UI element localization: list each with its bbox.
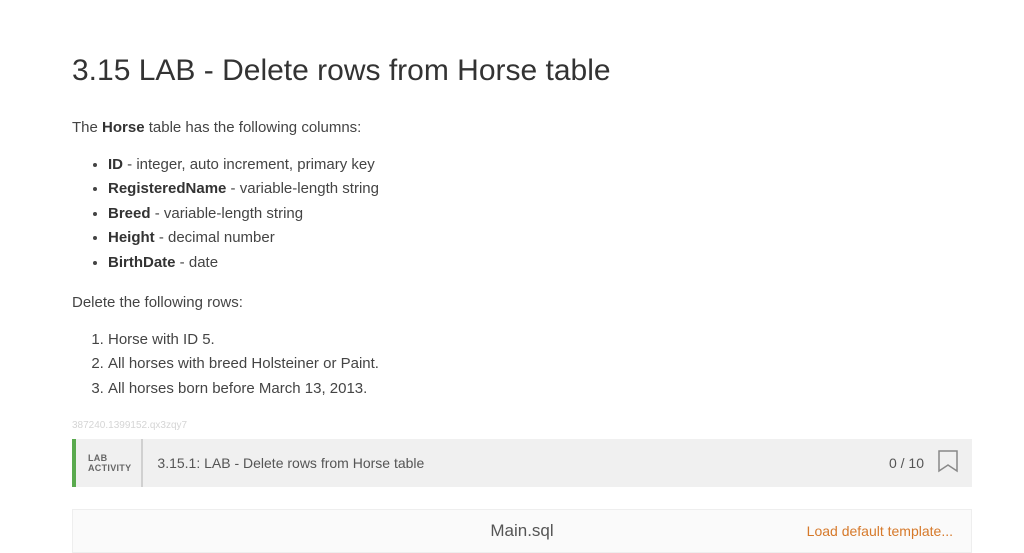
intro-pre: The	[72, 119, 102, 136]
intro-post: table has the following columns:	[145, 119, 362, 136]
lab-activity-label: LAB ACTIVITY	[76, 439, 143, 487]
lab-activity-title: 3.15.1: LAB - Delete rows from Horse tab…	[143, 439, 879, 487]
list-item: Breed - variable-length string	[108, 203, 972, 226]
col-desc: - integer, auto increment, primary key	[123, 156, 375, 173]
lab-label-line2: ACTIVITY	[88, 463, 131, 473]
page-title: 3.15 LAB - Delete rows from Horse table	[72, 48, 972, 93]
col-desc: - date	[176, 254, 219, 271]
lab-label-line1: LAB	[88, 453, 131, 463]
columns-list: ID - integer, auto increment, primary ke…	[90, 154, 972, 275]
bookmark-icon[interactable]	[934, 439, 972, 487]
lab-activity-bar: LAB ACTIVITY 3.15.1: LAB - Delete rows f…	[72, 439, 972, 487]
col-name: Breed	[108, 205, 151, 222]
load-default-template-link[interactable]: Load default template...	[807, 521, 953, 542]
task-intro: Delete the following rows:	[72, 292, 972, 315]
watermark: 387240.1399152.qx3zqy7	[72, 418, 972, 433]
list-item: Horse with ID 5.	[108, 329, 972, 352]
col-name: Height	[108, 229, 155, 246]
col-desc: - variable-length string	[151, 205, 304, 222]
list-item: RegisteredName - variable-length string	[108, 178, 972, 201]
col-name: RegisteredName	[108, 180, 226, 197]
col-desc: - decimal number	[155, 229, 275, 246]
file-bar: Main.sql Load default template...	[72, 509, 972, 553]
intro-table-name: Horse	[102, 119, 145, 136]
list-item: All horses born before March 13, 2013.	[108, 378, 972, 401]
tasks-list: Horse with ID 5. All horses with breed H…	[90, 329, 972, 401]
list-item: All horses with breed Holsteiner or Pain…	[108, 353, 972, 376]
col-desc: - variable-length string	[226, 180, 379, 197]
col-name: BirthDate	[108, 254, 176, 271]
list-item: Height - decimal number	[108, 227, 972, 250]
list-item: BirthDate - date	[108, 252, 972, 275]
intro-paragraph: The Horse table has the following column…	[72, 117, 972, 140]
col-name: ID	[108, 156, 123, 173]
list-item: ID - integer, auto increment, primary ke…	[108, 154, 972, 177]
lab-score: 0 / 10	[879, 439, 934, 487]
